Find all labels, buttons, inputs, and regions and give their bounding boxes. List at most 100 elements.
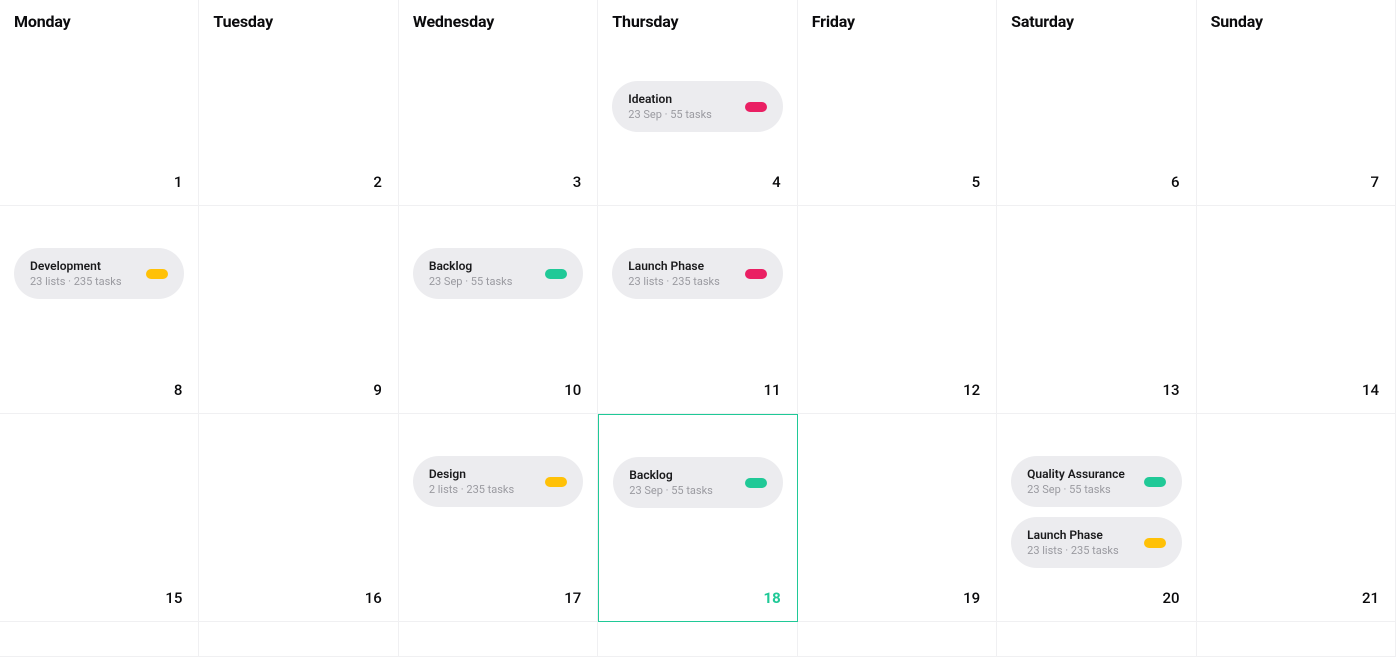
day-number: 10 bbox=[564, 381, 581, 399]
event-title: Launch Phase bbox=[628, 259, 734, 273]
day-cell[interactable]: 12 bbox=[798, 206, 997, 414]
day-header: Friday bbox=[812, 12, 982, 31]
day-number: 4 bbox=[772, 173, 781, 191]
day-cell[interactable] bbox=[798, 622, 997, 657]
calendar-grid: Monday 1 Tuesday 2 Wednesday 3 Thursday 4 Ideati… bbox=[0, 0, 1396, 657]
events-container: Design 2 lists · 235 tasks bbox=[413, 456, 583, 507]
day-cell[interactable]: Thursday 4 Ideation 23 Sep · 55 tasks bbox=[598, 0, 797, 206]
status-pill-icon bbox=[545, 477, 567, 487]
day-cell[interactable]: Friday 5 bbox=[798, 0, 997, 206]
day-header: Sunday bbox=[1211, 12, 1381, 31]
events-container: Backlog 23 Sep · 55 tasks bbox=[413, 248, 583, 299]
event-text: Design 2 lists · 235 tasks bbox=[429, 467, 535, 496]
event-meta: 23 Sep · 55 tasks bbox=[629, 484, 734, 497]
day-header: Tuesday bbox=[213, 12, 383, 31]
event-title: Backlog bbox=[629, 468, 734, 482]
day-number: 6 bbox=[1171, 173, 1180, 191]
status-pill-icon bbox=[745, 102, 767, 112]
day-number: 19 bbox=[963, 589, 980, 607]
day-cell[interactable] bbox=[399, 622, 598, 657]
day-cell[interactable]: Monday 1 bbox=[0, 0, 199, 206]
day-cell[interactable]: 16 bbox=[199, 414, 398, 622]
day-number: 16 bbox=[365, 589, 382, 607]
day-number: 14 bbox=[1362, 381, 1379, 399]
event-text: Quality Assurance 23 Sep · 55 tasks bbox=[1027, 467, 1133, 496]
day-number: 17 bbox=[564, 589, 581, 607]
status-pill-icon bbox=[1144, 477, 1166, 487]
day-number: 11 bbox=[764, 381, 781, 399]
event-title: Quality Assurance bbox=[1027, 467, 1133, 481]
day-number: 20 bbox=[1163, 589, 1180, 607]
day-cell[interactable]: Saturday 6 bbox=[997, 0, 1196, 206]
day-number: 9 bbox=[373, 381, 382, 399]
events-container: Launch Phase 23 lists · 235 tasks bbox=[612, 248, 782, 299]
day-number: 1 bbox=[174, 173, 183, 191]
day-cell[interactable]: 17 Design 2 lists · 235 tasks bbox=[399, 414, 598, 622]
day-number: 18 bbox=[763, 589, 780, 607]
event-text: Launch Phase 23 lists · 235 tasks bbox=[628, 259, 734, 288]
day-cell[interactable]: 11 Launch Phase 23 lists · 235 tasks bbox=[598, 206, 797, 414]
day-cell[interactable]: Wednesday 3 bbox=[399, 0, 598, 206]
day-cell[interactable] bbox=[1197, 622, 1396, 657]
event-text: Ideation 23 Sep · 55 tasks bbox=[628, 92, 734, 121]
event-card[interactable]: Backlog 23 Sep · 55 tasks bbox=[613, 457, 782, 508]
event-meta: 23 lists · 235 tasks bbox=[628, 275, 734, 288]
status-pill-icon bbox=[146, 269, 168, 279]
event-card[interactable]: Design 2 lists · 235 tasks bbox=[413, 456, 583, 507]
day-cell[interactable]: 14 bbox=[1197, 206, 1396, 414]
event-title: Design bbox=[429, 467, 535, 481]
event-card[interactable]: Development 23 lists · 235 tasks bbox=[14, 248, 184, 299]
day-header: Thursday bbox=[612, 12, 782, 31]
day-cell[interactable] bbox=[0, 622, 199, 657]
day-cell[interactable] bbox=[997, 622, 1196, 657]
day-cell[interactable]: 8Development23 lists · 235 tasks bbox=[0, 206, 199, 414]
status-pill-icon bbox=[545, 269, 567, 279]
event-text: Backlog 23 Sep · 55 tasks bbox=[429, 259, 535, 288]
day-cell[interactable]: Tuesday 2 bbox=[199, 0, 398, 206]
events-container: Backlog 23 Sep · 55 tasks bbox=[613, 457, 782, 508]
day-number: 2 bbox=[373, 173, 382, 191]
day-number: 7 bbox=[1370, 173, 1379, 191]
day-header: Monday bbox=[14, 12, 184, 31]
day-cell[interactable]: 10 Backlog 23 Sep · 55 tasks bbox=[399, 206, 598, 414]
day-cell[interactable]: Sunday 7 bbox=[1197, 0, 1396, 206]
event-card[interactable]: Backlog 23 Sep · 55 tasks bbox=[413, 248, 583, 299]
day-cell[interactable] bbox=[598, 622, 797, 657]
event-text: Launch Phase 23 lists · 235 tasks bbox=[1027, 528, 1133, 557]
event-meta: 23 Sep · 55 tasks bbox=[429, 275, 535, 288]
event-title: Ideation bbox=[628, 92, 734, 106]
event-card[interactable]: Ideation 23 Sep · 55 tasks bbox=[612, 81, 782, 132]
event-card[interactable]: Quality Assurance 23 Sep · 55 tasks bbox=[1011, 456, 1181, 507]
event-meta: 23 Sep · 55 tasks bbox=[628, 108, 734, 121]
day-number: 3 bbox=[573, 173, 582, 191]
event-title: Backlog bbox=[429, 259, 535, 273]
day-number: 5 bbox=[972, 173, 981, 191]
event-meta: 23 lists · 235 tasks bbox=[1027, 544, 1133, 557]
day-cell[interactable]: 19 bbox=[798, 414, 997, 622]
event-text: Development 23 lists · 235 tasks bbox=[30, 259, 136, 288]
day-cell[interactable]: 21 bbox=[1197, 414, 1396, 622]
day-number: 12 bbox=[963, 381, 980, 399]
events-container: Ideation 23 Sep · 55 tasks bbox=[612, 81, 782, 132]
event-meta: 23 lists · 235 tasks bbox=[30, 275, 136, 288]
day-number: 13 bbox=[1163, 381, 1180, 399]
day-cell[interactable] bbox=[199, 622, 398, 657]
day-cell[interactable]: 20 Quality Assurance 23 Sep · 55 tasks Laun… bbox=[997, 414, 1196, 622]
event-meta: 2 lists · 235 tasks bbox=[429, 483, 535, 496]
day-header: Wednesday bbox=[413, 12, 583, 31]
day-number: 21 bbox=[1362, 589, 1379, 607]
day-cell[interactable]: 9 bbox=[199, 206, 398, 414]
day-cell[interactable]: 13 bbox=[997, 206, 1196, 414]
event-card[interactable]: Launch Phase 23 lists · 235 tasks bbox=[612, 248, 782, 299]
events-container: Quality Assurance 23 Sep · 55 tasks Launch… bbox=[1011, 456, 1181, 568]
status-pill-icon bbox=[745, 478, 767, 488]
day-number: 15 bbox=[165, 589, 182, 607]
status-pill-icon bbox=[1144, 538, 1166, 548]
day-cell[interactable]: 18 Backlog 23 Sep · 55 tasks bbox=[598, 414, 797, 622]
event-title: Launch Phase bbox=[1027, 528, 1133, 542]
day-cell[interactable]: 15 bbox=[0, 414, 199, 622]
day-header: Saturday bbox=[1011, 12, 1181, 31]
event-meta: 23 Sep · 55 tasks bbox=[1027, 483, 1133, 496]
event-title: Development bbox=[30, 259, 136, 273]
event-card[interactable]: Launch Phase 23 lists · 235 tasks bbox=[1011, 517, 1181, 568]
